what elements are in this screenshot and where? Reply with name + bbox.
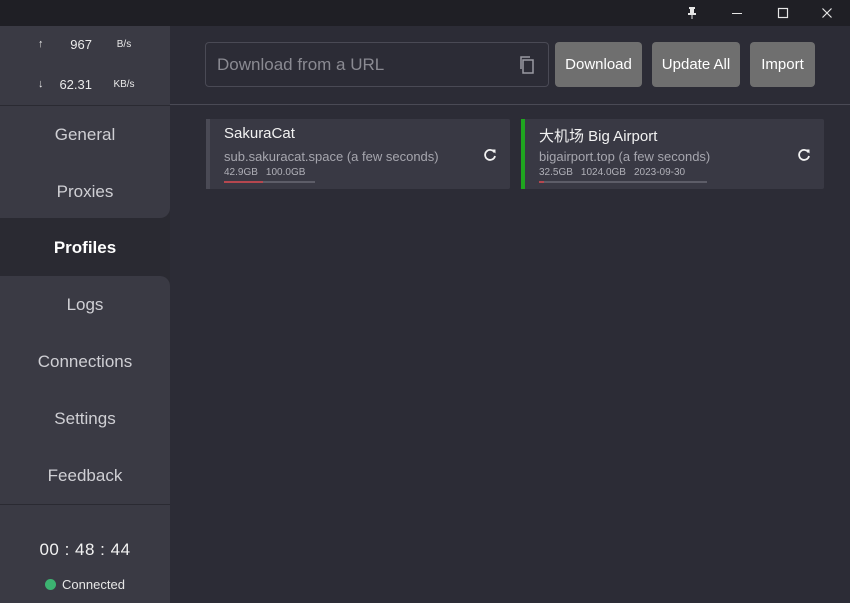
sidebar-item-feedback[interactable]: Feedback bbox=[0, 447, 170, 504]
download-unit: KB/s bbox=[113, 79, 135, 90]
download-button[interactable]: Download bbox=[555, 42, 642, 87]
sidebar-item-general[interactable]: General bbox=[0, 106, 170, 163]
usage-bar bbox=[224, 181, 315, 183]
profile-used: 42.9GB bbox=[224, 167, 258, 178]
sidebar-item-settings[interactable]: Settings bbox=[0, 390, 170, 447]
app-window: ↑ 967 B/s ↓ 62.31 KB/s General Proxies P… bbox=[0, 0, 850, 603]
toolbar-divider bbox=[170, 104, 850, 105]
profile-used: 32.5GB bbox=[539, 167, 573, 178]
usage-bar-fill bbox=[539, 181, 544, 183]
sidebar-item-proxies[interactable]: Proxies bbox=[0, 163, 170, 220]
refresh-icon[interactable] bbox=[796, 147, 812, 163]
status-dot-icon bbox=[45, 578, 57, 590]
profile-total: 1024.0GB bbox=[580, 167, 626, 178]
usage-bar-fill bbox=[224, 181, 263, 183]
main-panel: Download Update All Import SakuraCat sub… bbox=[170, 26, 850, 603]
paste-icon[interactable] bbox=[518, 55, 536, 75]
minimize-icon[interactable] bbox=[714, 0, 760, 26]
upload-value: 967 bbox=[70, 37, 92, 52]
profile-stats: 32.5GB 1024.0GB 2023-09-30 bbox=[539, 167, 693, 178]
connection-label: Connected bbox=[62, 576, 125, 592]
traffic-panel: ↑ 967 B/s ↓ 62.31 KB/s bbox=[0, 26, 170, 105]
upload-unit: B/s bbox=[116, 39, 132, 50]
profile-card[interactable]: SakuraCat sub.sakuracat.space (a few sec… bbox=[206, 119, 510, 189]
sidebar-item-profiles[interactable]: Profiles bbox=[0, 219, 170, 276]
uptime-timer: 00 : 48 : 44 bbox=[39, 540, 131, 559]
profile-card[interactable]: 大机场 Big Airport bigairport.top (a few se… bbox=[521, 119, 824, 189]
profile-stats: 42.9GB 100.0GB bbox=[224, 167, 313, 178]
profile-name: SakuraCat bbox=[224, 125, 295, 142]
import-button[interactable]: Import bbox=[750, 42, 815, 87]
download-speed: ↓ 62.31 KB/s bbox=[0, 76, 170, 96]
profile-indicator bbox=[206, 119, 210, 189]
profile-name: 大机场 Big Airport bbox=[539, 128, 658, 145]
connection-status: Connected bbox=[0, 576, 170, 592]
sidebar: ↑ 967 B/s ↓ 62.31 KB/s General Proxies P… bbox=[0, 26, 170, 603]
maximize-icon[interactable] bbox=[760, 0, 806, 26]
close-icon[interactable] bbox=[804, 0, 850, 26]
url-input[interactable] bbox=[206, 43, 506, 86]
sidebar-item-logs[interactable]: Logs bbox=[0, 276, 170, 333]
usage-bar bbox=[539, 181, 707, 183]
title-bar bbox=[0, 0, 850, 26]
profile-subtitle: sub.sakuracat.space (a few seconds) bbox=[224, 149, 439, 164]
profile-total: 100.0GB bbox=[265, 167, 306, 178]
profile-subtitle: bigairport.top (a few seconds) bbox=[539, 149, 711, 164]
sidebar-divider bbox=[0, 504, 170, 505]
upload-speed: ↑ 967 B/s bbox=[0, 36, 170, 56]
profile-expiry: 2023-09-30 bbox=[633, 167, 686, 178]
refresh-icon[interactable] bbox=[482, 147, 498, 163]
update-all-button[interactable]: Update All bbox=[652, 42, 740, 87]
download-value: 62.31 bbox=[59, 77, 92, 92]
url-field bbox=[205, 42, 549, 87]
sidebar-item-connections[interactable]: Connections bbox=[0, 333, 170, 390]
profile-indicator bbox=[521, 119, 525, 189]
pin-icon[interactable] bbox=[669, 0, 715, 26]
